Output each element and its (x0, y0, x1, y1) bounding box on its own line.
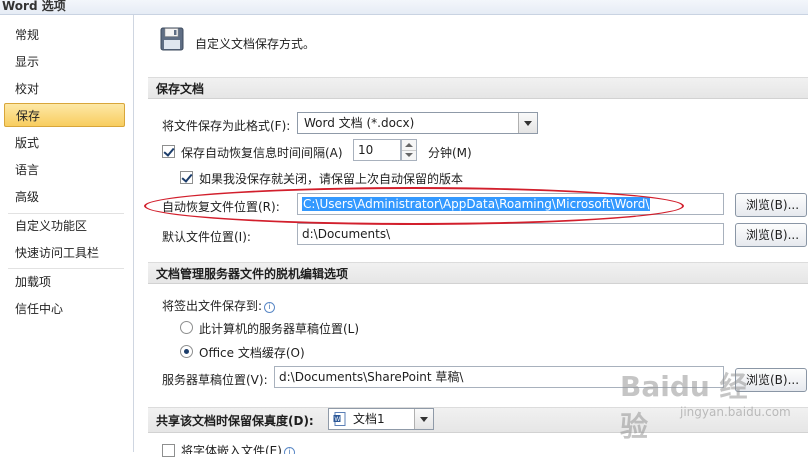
radio-server-drafts[interactable] (180, 321, 193, 334)
minutes-stepper[interactable] (401, 139, 417, 161)
drafts-location-label: 服务器草稿位置(V): (162, 373, 268, 387)
save-format-dropdown[interactable]: Word 文档 (*.docx) (297, 112, 538, 134)
fidelity-label: 共享该文档时保留保真度(D): (156, 414, 314, 428)
section-offline-editing: 文档管理服务器文件的脱机编辑选项 (148, 262, 808, 284)
sidebar-item-language[interactable]: 语言 (4, 158, 125, 182)
fidelity-document-value: 文档1 (353, 412, 385, 426)
autorecover-label: 保存自动恢复信息时间间隔(A) (181, 146, 343, 160)
keep-last-version-label: 如果我没保存就关闭，请保留上次自动保留的版本 (199, 172, 464, 186)
sidebar-item-quick-access[interactable]: 快速访问工具栏 (4, 241, 125, 265)
embed-fonts-label-text: 将字体嵌入文件(E) (181, 444, 282, 454)
section-save-documents: 保存文档 (148, 77, 808, 99)
word-document-icon: W (333, 412, 346, 426)
embed-fonts-checkbox[interactable] (162, 444, 175, 457)
checkout-label-text: 将签出文件保存到: (162, 299, 263, 313)
sidebar-item-display[interactable]: 显示 (4, 50, 125, 74)
radio-server-drafts-label: 此计算机的服务器草稿位置(L) (199, 322, 360, 336)
keep-last-version-checkbox[interactable] (180, 171, 193, 184)
embed-fonts-label: 将字体嵌入文件(E) i (181, 442, 295, 454)
chevron-down-icon[interactable] (414, 409, 433, 429)
sidebar-item-customize-ribbon[interactable]: 自定义功能区 (4, 214, 125, 238)
sidebar-divider (8, 268, 124, 269)
svg-text:W: W (335, 417, 341, 423)
save-format-value: Word 文档 (*.docx) (304, 116, 415, 130)
default-location-input[interactable]: d:\Documents\ (297, 223, 724, 245)
default-location-label: 默认文件位置(I): (162, 230, 251, 244)
autorecover-location-label: 自动恢复文件位置(R): (162, 200, 280, 214)
radio-office-cache-label: Office 文档缓存(O) (199, 346, 305, 360)
minutes-label: 分钟(M) (428, 146, 472, 160)
autorecover-location-input[interactable]: C:\Users\Administrator\AppData\Roaming\M… (297, 193, 724, 215)
browse-autorecover-button[interactable]: 浏览(B)... (735, 193, 807, 217)
sidebar-item-trust-center[interactable]: 信任中心 (4, 297, 125, 321)
baidu-watermark: Baidu 经验 jingyan.baidu.com (620, 365, 791, 443)
sidebar-item-layout[interactable]: 版式 (4, 131, 125, 155)
radio-office-cache[interactable] (180, 345, 193, 358)
autorecover-checkbox[interactable] (162, 145, 175, 158)
chevron-down-icon[interactable] (518, 113, 537, 133)
save-icon (160, 27, 184, 51)
sidebar-item-advanced[interactable]: 高级 (4, 185, 125, 209)
fidelity-document-dropdown[interactable]: W 文档1 (328, 408, 434, 430)
sidebar-item-proofing[interactable]: 校对 (4, 77, 125, 101)
sidebar-item-addins[interactable]: 加载项 (4, 270, 125, 294)
info-icon: i (283, 447, 295, 454)
window-title: Word 选项 (2, 0, 66, 13)
browse-default-button[interactable]: 浏览(B)... (735, 223, 807, 247)
checkout-label: 将签出文件保存到: i (162, 297, 276, 314)
chevron-down-icon[interactable] (402, 150, 416, 160)
sidebar-item-save[interactable]: 保存 (4, 103, 125, 127)
watermark-url: jingyan.baidu.com (680, 405, 791, 419)
sidebar-item-general[interactable]: 常规 (4, 23, 125, 47)
autorecover-location-value: C:\Users\Administrator\AppData\Roaming\M… (302, 197, 651, 211)
save-format-label: 将文件保存为此格式(F): (162, 119, 291, 133)
page-description: 自定义文档保存方式。 (195, 37, 316, 51)
options-sidebar: 常规 显示 校对 保存 版式 语言 高级 自定义功能区 快速访问工具栏 加载项 … (0, 15, 134, 452)
autorecover-minutes-input[interactable]: 10 (353, 139, 401, 161)
info-icon: i (264, 302, 276, 313)
title-bar: Word 选项 (0, 0, 808, 15)
